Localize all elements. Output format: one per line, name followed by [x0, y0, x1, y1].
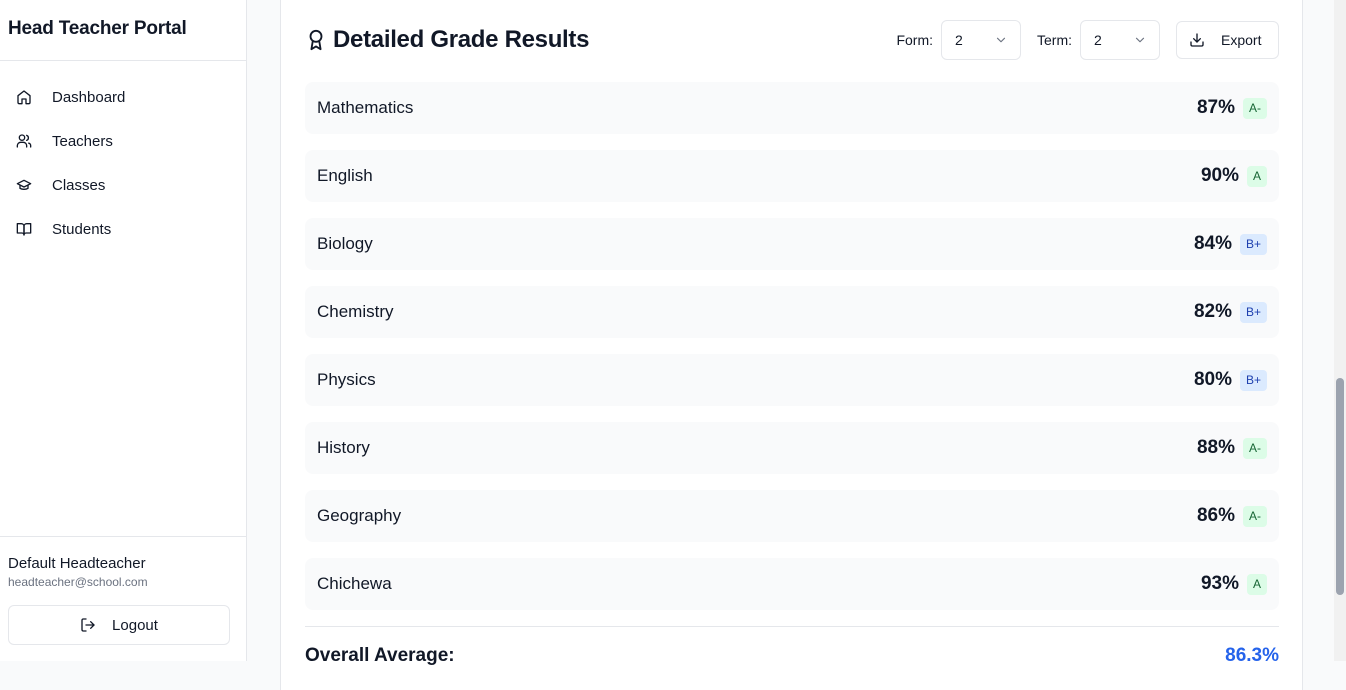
- form-select-value: 2: [955, 32, 963, 48]
- grade-row: Mathematics 87% A-: [305, 82, 1279, 134]
- grade-badge: B+: [1239, 301, 1267, 323]
- sidebar-item-label: Dashboard: [52, 88, 126, 106]
- term-select[interactable]: 2: [1080, 20, 1160, 60]
- term-select-value: 2: [1094, 32, 1102, 48]
- subject-name: English: [317, 166, 373, 185]
- subject-percent: 93%: [1200, 573, 1239, 594]
- download-icon: [1189, 32, 1205, 48]
- user-panel: Default Headteacher headteacher@school.c…: [0, 536, 246, 661]
- graduation-cap-icon: [16, 177, 32, 193]
- export-label: Export: [1221, 32, 1262, 48]
- term-label: Term:: [1037, 32, 1072, 48]
- grade-row: Biology 84% B+: [305, 218, 1279, 270]
- grade-results-card: Detailed Grade Results Form: 2 Term: 2 E…: [280, 0, 1303, 690]
- page-scrollbar[interactable]: [1334, 0, 1346, 661]
- sidebar-item-label: Classes: [52, 176, 106, 194]
- sidebar-item-dashboard[interactable]: Dashboard: [0, 75, 246, 119]
- grade-row: Physics 80% B+: [305, 354, 1279, 406]
- logout-button[interactable]: Logout: [8, 605, 230, 645]
- card-header: Detailed Grade Results Form: 2 Term: 2 E…: [305, 20, 1279, 60]
- grade-badge: A: [1246, 165, 1267, 187]
- grade-row: Chemistry 82% B+: [305, 286, 1279, 338]
- scrollbar-thumb[interactable]: [1336, 378, 1344, 595]
- subject-percent: 88%: [1196, 437, 1235, 458]
- user-name: Default Headteacher: [8, 555, 146, 572]
- subject-name: Chichewa: [317, 574, 392, 593]
- grade-badge: B+: [1239, 369, 1267, 391]
- page-title: Detailed Grade Results: [333, 26, 590, 53]
- subject-name: Geography: [317, 506, 402, 525]
- grade-badge: A-: [1243, 97, 1267, 119]
- subject-percent: 82%: [1193, 301, 1232, 322]
- form-select[interactable]: 2: [941, 20, 1021, 60]
- chevron-down-icon: [994, 33, 1008, 47]
- sidebar-item-teachers[interactable]: Teachers: [0, 119, 246, 163]
- export-button[interactable]: Export: [1176, 21, 1279, 59]
- subject-name: Physics: [317, 370, 376, 389]
- grade-row: Chichewa 93% A: [305, 558, 1279, 610]
- subject-percent: 80%: [1193, 369, 1232, 390]
- grade-badge: B+: [1239, 233, 1267, 255]
- portal-title: Head Teacher Portal: [0, 0, 246, 61]
- grade-list: Mathematics 87% A- English 90% A Biology 84% B+ C…: [305, 82, 1279, 626]
- grade-badge: A: [1246, 573, 1267, 595]
- overall-label: Overall Average:: [305, 645, 455, 666]
- grade-row: Geography 86% A-: [305, 490, 1279, 542]
- subject-name: History: [317, 438, 370, 457]
- home-icon: [16, 89, 32, 105]
- subject-percent: 87%: [1196, 97, 1235, 118]
- subject-name: Chemistry: [317, 302, 394, 321]
- sidebar-item-classes[interactable]: Classes: [0, 163, 246, 207]
- book-open-icon: [16, 221, 32, 237]
- subject-name: Biology: [317, 234, 373, 253]
- chevron-down-icon: [1133, 33, 1147, 47]
- sidebar-item-students[interactable]: Students: [0, 207, 246, 251]
- subject-percent: 84%: [1193, 233, 1232, 254]
- filter-controls: Form: 2 Term: 2 Export: [896, 20, 1279, 60]
- subject-percent: 86%: [1196, 505, 1235, 526]
- logout-label: Logout: [112, 616, 158, 634]
- users-icon: [16, 133, 32, 149]
- form-label: Form:: [896, 32, 933, 48]
- logout-icon: [80, 617, 96, 633]
- subject-percent: 90%: [1200, 165, 1239, 186]
- overall-average: Overall Average: 86.3%: [305, 645, 1279, 667]
- grade-row: English 90% A: [305, 150, 1279, 202]
- grade-row: History 88% A-: [305, 422, 1279, 474]
- user-email: headteacher@school.com: [8, 575, 148, 589]
- award-icon: [305, 29, 327, 51]
- subject-name: Mathematics: [317, 98, 414, 117]
- grade-badge: A-: [1243, 437, 1267, 459]
- overall-value: 86.3%: [1225, 645, 1279, 666]
- sidebar: Head Teacher Portal Dashboard Teachers C…: [0, 0, 247, 661]
- sidebar-item-label: Teachers: [52, 132, 113, 150]
- sidebar-item-label: Students: [52, 220, 112, 238]
- grade-badge: A-: [1243, 505, 1267, 527]
- sidebar-nav: Dashboard Teachers Classes Students: [0, 61, 246, 251]
- divider: [305, 626, 1279, 627]
